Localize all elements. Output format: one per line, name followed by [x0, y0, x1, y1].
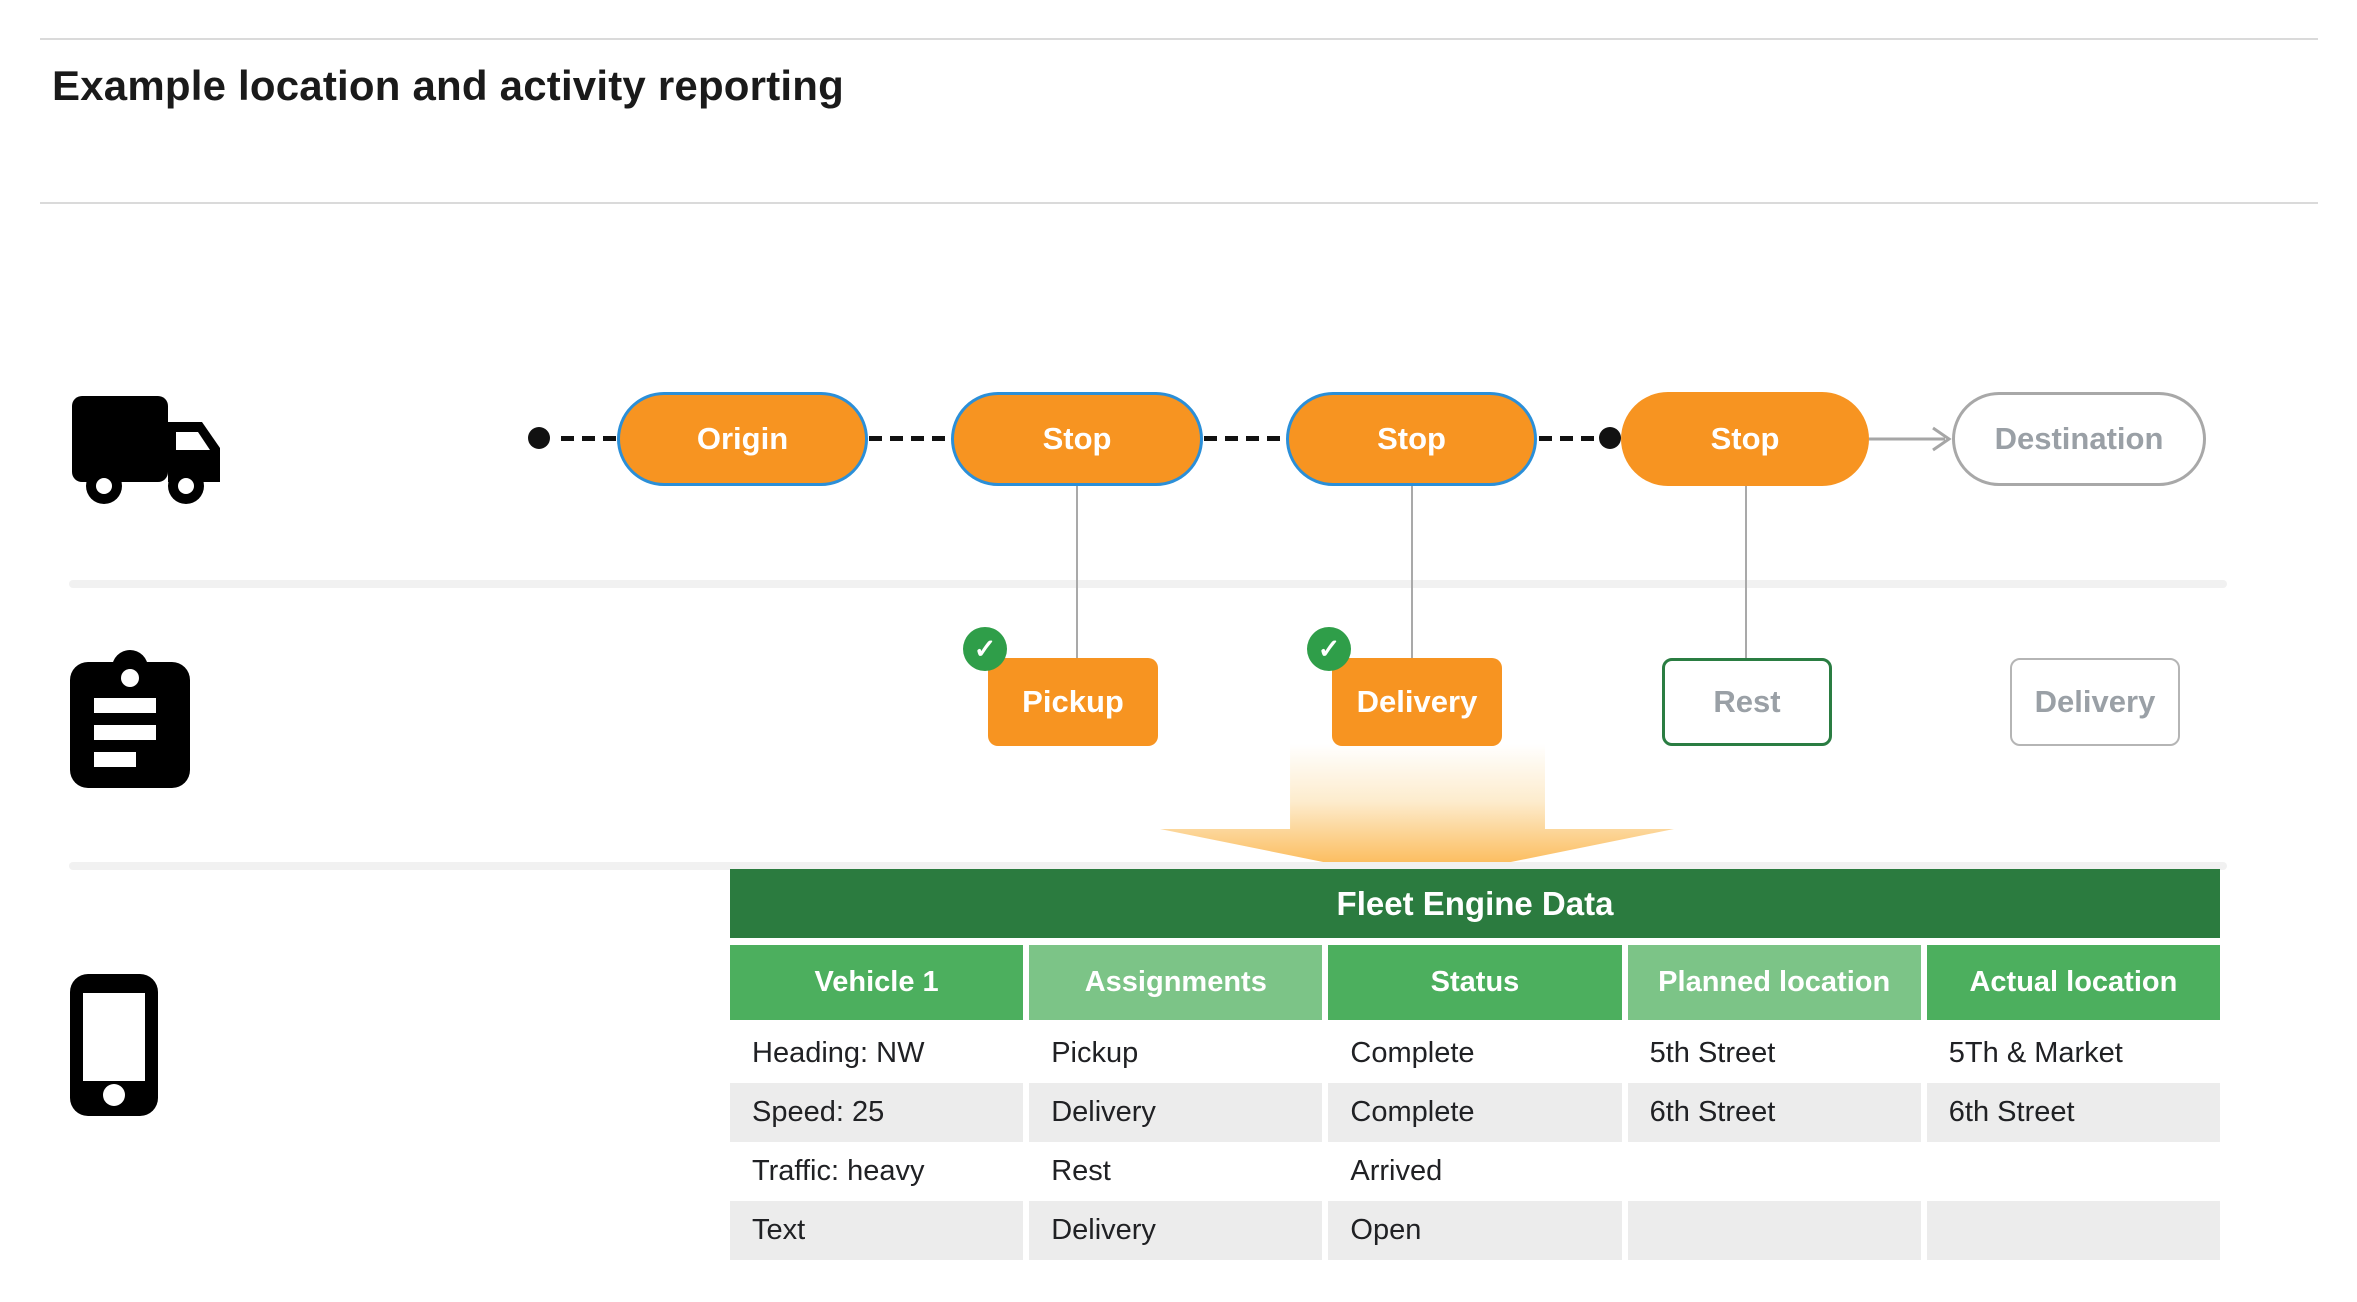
table-cell: Pickup [1029, 1024, 1322, 1083]
route-node-stop-1: Stop [951, 392, 1203, 486]
table-cell: Heading: NW [730, 1024, 1023, 1083]
route-node-label: Stop [1043, 421, 1112, 457]
route-dash-segment [561, 436, 617, 441]
activity-pickup: Pickup [988, 658, 1158, 746]
route-node-label: Stop [1377, 421, 1446, 457]
activity-delivery-1: Delivery [1332, 658, 1502, 746]
page-title: Example location and activity reporting [52, 62, 844, 110]
table-cell: Text [730, 1201, 1023, 1260]
table-cell: 5Th & Market [1927, 1024, 2220, 1083]
table-cell [1628, 1201, 1921, 1260]
column-header-status: Status [1328, 945, 1621, 1020]
truck-icon [70, 394, 222, 508]
route-node-label: Stop [1711, 421, 1780, 457]
table-row: Heading: NW Pickup Complete 5th Street 5… [730, 1024, 2220, 1083]
top-rule [40, 38, 2318, 40]
table-row: Traffic: heavy Rest Arrived [730, 1142, 2220, 1201]
table-cell: Rest [1029, 1142, 1322, 1201]
activity-delivery-2: Delivery [2010, 658, 2180, 746]
route-node-stop-3: Stop [1621, 392, 1869, 486]
table-cell: Speed: 25 [730, 1083, 1023, 1142]
table-cell [1628, 1142, 1921, 1201]
table-cell: Traffic: heavy [730, 1142, 1023, 1201]
column-header-actual-location: Actual location [1927, 945, 2220, 1020]
column-header-assignments: Assignments [1029, 945, 1322, 1020]
activity-label: Delivery [2035, 684, 2156, 720]
table-title: Fleet Engine Data [1337, 885, 1614, 923]
activity-label: Delivery [1357, 684, 1478, 720]
table-cell: 6th Street [1628, 1083, 1921, 1142]
column-header-planned-location: Planned location [1628, 945, 1921, 1020]
route-dash-segment [1204, 436, 1285, 441]
section-divider [69, 580, 2227, 588]
check-circle-icon: ✓ [963, 627, 1007, 671]
header-rule [40, 202, 2318, 204]
table-title-bar: Fleet Engine Data [730, 869, 2220, 938]
connector-line [1411, 486, 1413, 662]
activity-rest: Rest [1662, 658, 1832, 746]
route-node-label: Origin [697, 421, 788, 457]
route-node-label: Destination [1995, 421, 2164, 457]
route-current-dot [1599, 427, 1621, 449]
table-cell: Open [1328, 1201, 1621, 1260]
check-glyph: ✓ [974, 634, 997, 665]
route-node-origin: Origin [617, 392, 868, 486]
fleet-reporting-diagram: Example location and activity reporting … [0, 0, 2357, 1302]
clipboard-icon [70, 650, 190, 788]
table-cell: 6th Street [1927, 1083, 2220, 1142]
destination-arrow-icon [1869, 424, 1957, 454]
table-cell: Arrived [1328, 1142, 1621, 1201]
route-node-stop-2: Stop [1286, 392, 1537, 486]
route-dash-segment [1539, 436, 1597, 441]
table-row: Text Delivery Open [730, 1201, 2220, 1260]
check-glyph: ✓ [1318, 634, 1341, 665]
table-header-row: Vehicle 1 Assignments Status Planned loc… [730, 945, 2220, 1020]
activity-label: Pickup [1022, 684, 1124, 720]
table-cell: Delivery [1029, 1201, 1322, 1260]
table-cell: 5th Street [1628, 1024, 1921, 1083]
connector-line [1076, 486, 1078, 662]
connector-line [1745, 486, 1747, 660]
route-node-destination: Destination [1952, 392, 2206, 486]
route-start-dot [528, 427, 550, 449]
table-cell: Complete [1328, 1024, 1621, 1083]
data-flow-arrow [1160, 744, 1674, 881]
route-dash-segment [869, 436, 950, 441]
table-cell: Delivery [1029, 1083, 1322, 1142]
table-body: Heading: NW Pickup Complete 5th Street 5… [730, 1024, 2220, 1260]
table-cell [1927, 1201, 2220, 1260]
table-cell [1927, 1142, 2220, 1201]
activity-label: Rest [1713, 684, 1780, 720]
check-circle-icon: ✓ [1307, 627, 1351, 671]
table-row: Speed: 25 Delivery Complete 6th Street 6… [730, 1083, 2220, 1142]
table-cell: Complete [1328, 1083, 1621, 1142]
phone-icon [70, 974, 160, 1116]
column-header-vehicle: Vehicle 1 [730, 945, 1023, 1020]
